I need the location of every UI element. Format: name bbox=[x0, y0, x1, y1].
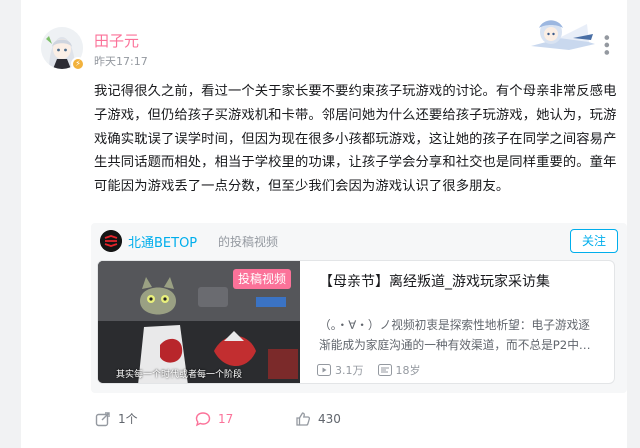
share-count: 1个 bbox=[118, 412, 138, 426]
play-icon bbox=[317, 364, 331, 376]
timestamp[interactable]: 昨天17:17 bbox=[94, 53, 148, 69]
post-content: 我记得很久之前，看过一个关于家长要不要约束孩子玩游戏的讨论。有个母亲非常反感电子… bbox=[94, 84, 617, 195]
video-card[interactable]: 投稿视频 其实每一个时代或者每一个阶段 【母亲节】离经叛道_游戏玩家采访集 （。… bbox=[97, 260, 615, 384]
video-stats: 3.1万 18岁 bbox=[317, 362, 435, 378]
forwarded-video-card[interactable]: 北通BETOP 的投稿视频 关注 投稿视频 其实每一个时代或者每一个阶段 【母亲… bbox=[91, 223, 627, 393]
like-count: 430 bbox=[318, 411, 341, 426]
danmaku-icon bbox=[377, 364, 392, 376]
up-avatar[interactable] bbox=[100, 230, 122, 252]
dynamic-card: ••• ⚡ 田子元 昨天17:17 我记得很久之前，看过一个关于家长要不要约束孩… bbox=[21, 0, 627, 448]
comment-icon bbox=[195, 411, 211, 426]
danmaku-count-value: 18岁 bbox=[395, 364, 421, 377]
share-icon bbox=[95, 411, 110, 426]
video-description: （。・∀・）ノ视频初衷是探索性地析望：电子游戏逐渐能成为家庭沟通的一种有效渠道，… bbox=[319, 318, 591, 352]
username[interactable]: 田子元 bbox=[94, 30, 139, 51]
video-title[interactable]: 【母亲节】离经叛道_游戏玩家采访集 bbox=[319, 271, 550, 291]
play-count: 3.1万 bbox=[317, 362, 364, 378]
up-name[interactable]: 北通BETOP bbox=[128, 232, 197, 251]
more-options-icon[interactable]: ••• bbox=[597, 33, 616, 55]
video-tag: 投稿视频 bbox=[232, 269, 291, 289]
video-subtitle: 其实每一个时代或者每一个阶段 bbox=[116, 370, 243, 380]
decoration-pendant[interactable] bbox=[529, 16, 597, 54]
like-button[interactable]: 430 bbox=[295, 410, 395, 427]
follow-button[interactable]: 关注 bbox=[570, 229, 618, 253]
danmaku-count: 18岁 bbox=[377, 362, 421, 378]
like-icon bbox=[296, 411, 311, 426]
play-count-value: 3.1万 bbox=[335, 364, 364, 377]
action-bar: 1个 17 430 bbox=[95, 410, 395, 427]
share-button[interactable]: 1个 bbox=[95, 410, 195, 427]
comment-button[interactable]: 17 bbox=[195, 410, 295, 427]
verified-badge-icon: ⚡ bbox=[71, 57, 85, 71]
up-description: 的投稿视频 bbox=[218, 235, 279, 249]
comment-count: 17 bbox=[218, 411, 234, 426]
video-thumbnail[interactable]: 投稿视频 其实每一个时代或者每一个阶段 bbox=[98, 261, 300, 383]
